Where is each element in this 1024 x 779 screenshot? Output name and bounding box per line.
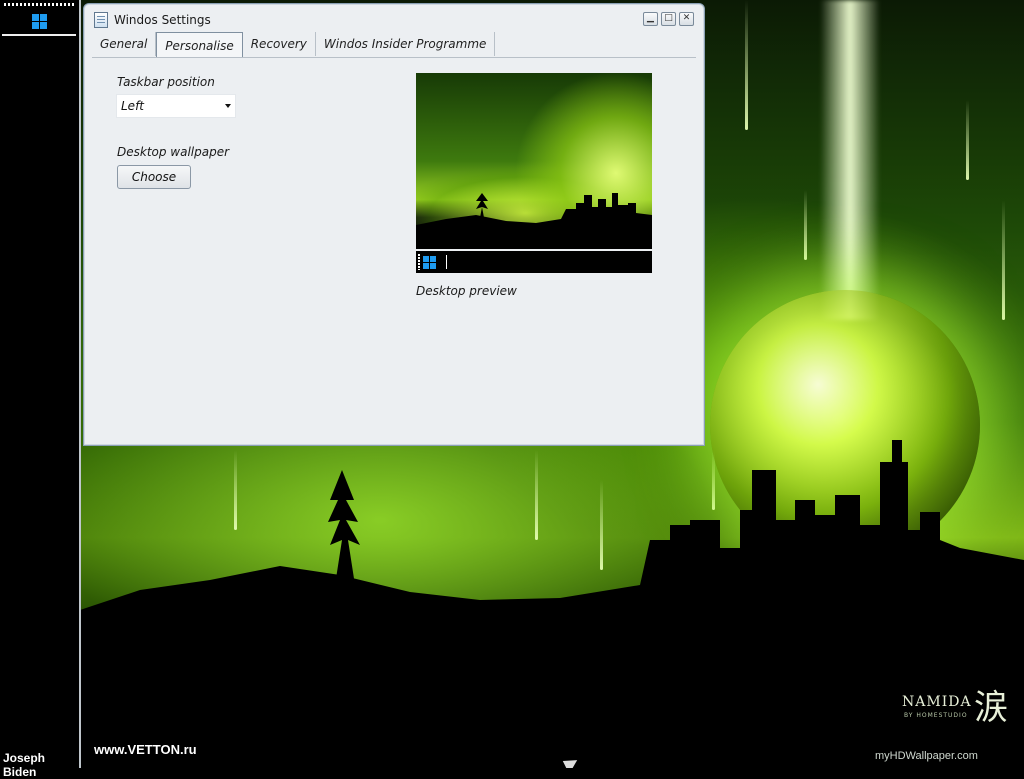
preview-city-silhouette [416, 193, 652, 249]
taskbar-divider [79, 0, 81, 768]
watermark-myhdwallpaper: myHDWallpaper.com [875, 750, 978, 762]
start-button[interactable] [2, 8, 76, 36]
user-name: Joseph Biden [3, 751, 46, 779]
maximize-button[interactable]: □ [661, 12, 676, 26]
namida-logo-text: NAMIDA [902, 694, 972, 710]
choose-wallpaper-button[interactable]: Choose [117, 165, 191, 189]
chevron-down-icon [225, 104, 231, 108]
window-titlebar[interactable]: Windos Settings ▁ □ ✕ [84, 4, 704, 32]
taskbar-position-select[interactable]: Left [116, 94, 236, 118]
taskbar-position-label: Taskbar position [117, 75, 215, 89]
settings-window: Windos Settings ▁ □ ✕ General Personalis… [83, 3, 705, 446]
preview-taskbar [416, 251, 652, 273]
tab-windos-insider-programme[interactable]: Windos Insider Programme [316, 32, 496, 56]
desktop-preview [416, 73, 652, 273]
minimize-button[interactable]: ▁ [643, 12, 658, 26]
window-title: Windos Settings [114, 13, 211, 27]
preview-text-cursor [446, 255, 447, 269]
personalise-panel: Taskbar position Left Desktop wallpaper … [92, 58, 694, 436]
tab-recovery[interactable]: Recovery [243, 32, 316, 56]
tab-personalise[interactable]: Personalise [156, 32, 243, 59]
tab-bar: General Personalise Recovery Windos Insi… [92, 32, 496, 59]
close-icon: ✕ [682, 13, 691, 23]
taskbar: Joseph Biden [0, 0, 80, 779]
preview-wallpaper-image [416, 73, 652, 249]
window-controls: ▁ □ ✕ [643, 12, 694, 26]
namida-logo-kanji: 涙 [974, 688, 1008, 728]
windows-logo-icon [423, 256, 436, 269]
namida-logo-subtitle: BY HOMESTUDIO [904, 712, 968, 719]
taskbar-grip[interactable] [4, 3, 76, 6]
desktop-preview-caption: Desktop preview [416, 284, 517, 298]
taskbar-position-value: Left [121, 99, 144, 113]
maximize-icon: □ [664, 13, 673, 23]
preview-taskbar-grip [418, 254, 420, 270]
close-button[interactable]: ✕ [679, 12, 694, 26]
windows-logo-icon [31, 13, 47, 29]
preview-start-icon [423, 256, 436, 269]
settings-app-icon [94, 12, 108, 28]
desktop-wallpaper-label: Desktop wallpaper [117, 145, 230, 159]
watermark-vetton: www.VETTON.ru [94, 742, 197, 757]
minimize-icon: ▁ [647, 13, 654, 23]
tab-general[interactable]: General [92, 32, 157, 56]
